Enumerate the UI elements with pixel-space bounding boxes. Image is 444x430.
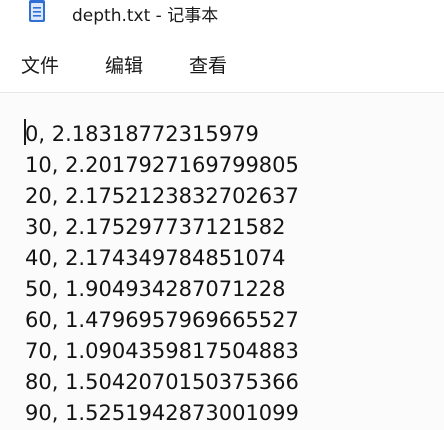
text-editor-area[interactable]: 0, 2.18318772315979 10, 2.20179271697998… [0,93,444,430]
text-line: 40, 2.174349784851074 [25,246,286,270]
text-line: 70, 1.0904359817504883 [25,339,299,363]
text-lines: 0, 2.18318772315979 10, 2.20179271697998… [25,119,299,429]
title-bar: depth.txt - 记事本 [0,0,444,34]
menu-edit[interactable]: 编辑 [105,51,143,78]
menu-file[interactable]: 文件 [21,51,59,78]
text-line: 90, 1.5251942873001099 [25,401,299,425]
menu-bar: 文件 编辑 查看 [0,34,444,93]
text-line: 50, 1.904934287071228 [25,277,286,301]
text-line: 30, 2.175297737121582 [25,215,286,239]
text-line: 20, 2.1752123832702637 [25,184,299,208]
notepad-icon [29,0,45,22]
text-line: 0, 2.18318772315979 [25,122,259,146]
text-line: 10, 2.2017927169799805 [25,153,299,177]
window-title: depth.txt - 记事本 [72,6,219,26]
text-line: 60, 1.4796957969665527 [25,308,299,332]
text-line: 80, 1.5042070150375366 [25,370,299,394]
menu-view[interactable]: 查看 [189,51,227,78]
